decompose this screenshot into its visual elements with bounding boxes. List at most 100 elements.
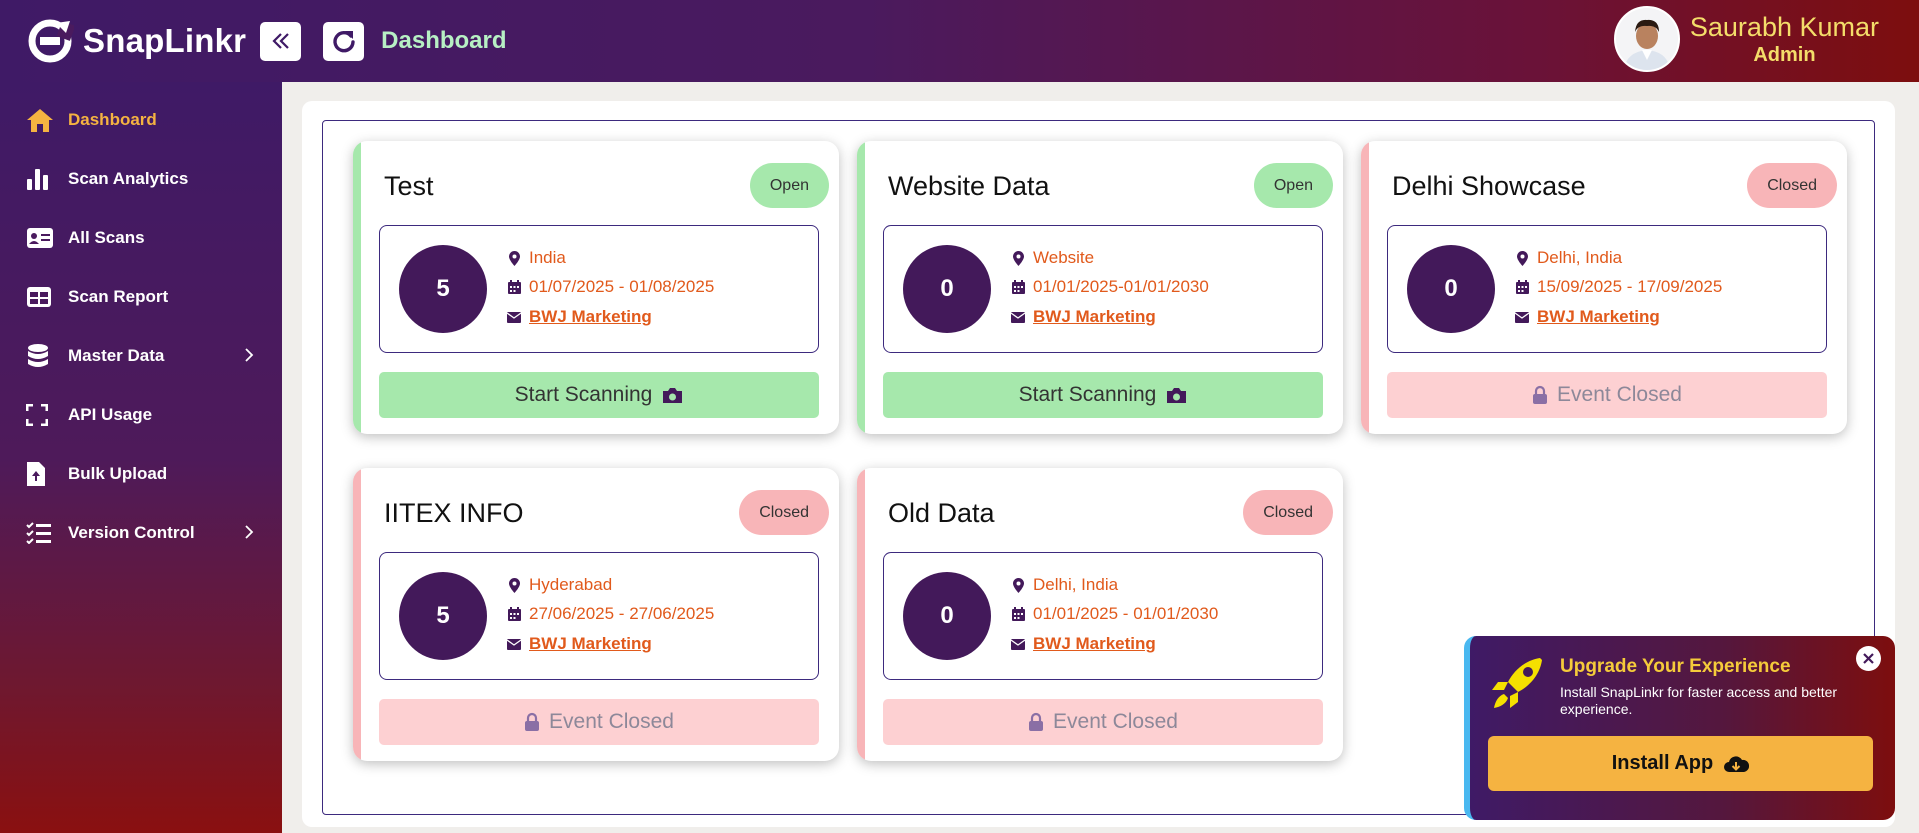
start-scanning-button[interactable]: Start Scanning: [379, 372, 819, 418]
location-pin-icon: [1010, 250, 1026, 267]
company-link[interactable]: BWJ Marketing: [1033, 307, 1156, 327]
page-title: Dashboard: [381, 27, 507, 54]
upgrade-toast: Upgrade Your Experience Install SnapLink…: [1464, 636, 1895, 820]
scan-count: 0: [903, 572, 991, 660]
event-card[interactable]: IITEX INFO Closed 5 Hyderabad 27/06/2025…: [353, 468, 839, 761]
user-role: Admin: [1753, 43, 1816, 66]
sidebar-item-scan-analytics[interactable]: Scan Analytics: [0, 149, 282, 208]
location-pin-icon: [1514, 250, 1530, 267]
company-link[interactable]: BWJ Marketing: [529, 634, 652, 654]
event-card[interactable]: Old Data Closed 0 Delhi, India 01/01/202…: [857, 468, 1343, 761]
close-toast-button[interactable]: [1856, 646, 1881, 671]
sidebar-item-master-data[interactable]: Master Data: [0, 326, 282, 385]
sidebar-item-label: Scan Report: [68, 286, 169, 306]
event-info-box: 5 Hyderabad 27/06/2025 - 27/06/2025 BWJ …: [379, 552, 819, 680]
event-closed-button: Event Closed: [379, 699, 819, 745]
sidebar-item-label: API Usage: [68, 404, 153, 424]
sidebar-item-label: All Scans: [68, 227, 145, 247]
event-card[interactable]: Test Open 5 India 01/07/2025 - 01/08/202…: [353, 141, 839, 434]
camera-icon: [662, 386, 683, 404]
cloud-download-icon: [1723, 754, 1750, 774]
event-title: Test: [384, 171, 434, 201]
calendar-icon: [1514, 279, 1530, 295]
status-badge: Closed: [1747, 163, 1837, 208]
status-badge: Closed: [1243, 490, 1333, 535]
location-pin-icon: [1010, 577, 1026, 594]
event-location: Delhi, India: [1033, 575, 1119, 594]
scan-count: 5: [399, 572, 487, 660]
file-upload-icon: [26, 461, 58, 487]
action-label: Event Closed: [1053, 710, 1178, 733]
calendar-icon: [506, 279, 522, 295]
refresh-button[interactable]: [323, 21, 365, 61]
action-label: Event Closed: [1557, 383, 1682, 406]
event-closed-button: Event Closed: [1387, 372, 1827, 418]
event-title: IITEX INFO: [384, 498, 524, 528]
install-label: Install App: [1611, 752, 1714, 774]
chevron-right-icon: [245, 525, 254, 539]
sidebar-item-api-usage[interactable]: API Usage: [0, 385, 282, 444]
event-card[interactable]: Website Data Open 0 Website 01/01/2025-0…: [857, 141, 1343, 434]
camera-icon: [1166, 386, 1187, 404]
event-info-box: 0 Delhi, India 01/01/2025 - 01/01/2030 B…: [883, 552, 1323, 680]
location-pin-icon: [506, 577, 522, 594]
bar-chart-icon: [26, 167, 58, 191]
app-logo[interactable]: SnapLinkr: [26, 17, 246, 65]
event-dates: 15/09/2025 - 17/09/2025: [1537, 277, 1723, 296]
event-info-box: 0 Delhi, India 15/09/2025 - 17/09/2025 B…: [1387, 225, 1827, 353]
sidebar-item-version-control[interactable]: Version Control: [0, 503, 282, 562]
collapse-sidebar-button[interactable]: [260, 21, 302, 61]
user-name: Saurabh Kumar: [1689, 11, 1879, 42]
user-profile[interactable]: Saurabh Kumar Admin: [1613, 6, 1879, 72]
start-scanning-button[interactable]: Start Scanning: [883, 372, 1323, 418]
calendar-icon: [1010, 606, 1026, 622]
event-location: Hyderabad: [529, 575, 613, 594]
lock-icon: [1532, 385, 1548, 405]
envelope-icon: [1514, 311, 1530, 324]
event-title: Website Data: [888, 171, 1050, 201]
home-icon: [26, 107, 58, 133]
database-icon: [26, 343, 58, 369]
action-label: Event Closed: [549, 710, 674, 733]
event-card[interactable]: Delhi Showcase Closed 0 Delhi, India 15/…: [1361, 141, 1847, 434]
scan-count: 5: [399, 245, 487, 333]
close-icon: [1863, 653, 1874, 664]
avatar[interactable]: [1613, 6, 1680, 72]
company-link[interactable]: BWJ Marketing: [1537, 307, 1660, 327]
status-badge: Open: [749, 163, 829, 208]
lock-icon: [524, 712, 540, 732]
status-badge: Closed: [739, 490, 829, 535]
sidebar: Dashboard Scan Analytics All Scans Scan …: [0, 82, 282, 833]
id-card-icon: [26, 227, 58, 249]
sidebar-item-label: Version Control: [68, 522, 195, 542]
snaplinkr-logo-icon: [28, 19, 74, 63]
event-closed-button: Event Closed: [883, 699, 1323, 745]
event-title: Old Data: [888, 498, 995, 528]
sidebar-item-scan-report[interactable]: Scan Report: [0, 267, 282, 326]
install-app-button[interactable]: Install App: [1488, 736, 1873, 791]
envelope-icon: [506, 638, 522, 651]
calendar-icon: [1010, 279, 1026, 295]
status-badge: Open: [1253, 163, 1333, 208]
event-info-box: 0 Website 01/01/2025-01/01/2030 BWJ Mark…: [883, 225, 1323, 353]
sidebar-item-label: Bulk Upload: [68, 463, 168, 483]
action-label: Start Scanning: [1018, 383, 1157, 406]
top-header: SnapLinkr Dashboard Saurabh Kumar Admin: [0, 0, 1919, 82]
user-photo-icon: [1615, 8, 1678, 70]
company-link[interactable]: BWJ Marketing: [529, 307, 652, 327]
envelope-icon: [1010, 311, 1026, 324]
list-check-icon: [26, 521, 58, 544]
event-dates: 01/01/2025 - 01/01/2030: [1033, 604, 1219, 623]
sidebar-item-all-scans[interactable]: All Scans: [0, 208, 282, 267]
scan-frame-icon: [26, 403, 58, 426]
app-name: SnapLinkr: [83, 22, 247, 59]
double-chevron-left-icon: [272, 33, 289, 49]
event-title: Delhi Showcase: [1392, 171, 1586, 201]
scan-count: 0: [1407, 245, 1495, 333]
company-link[interactable]: BWJ Marketing: [1033, 634, 1156, 654]
event-location: Delhi, India: [1537, 248, 1623, 267]
event-location: Website: [1033, 248, 1095, 267]
sidebar-item-bulk-upload[interactable]: Bulk Upload: [0, 444, 282, 503]
sidebar-item-label: Scan Analytics: [68, 168, 189, 188]
sidebar-item-dashboard[interactable]: Dashboard: [0, 90, 282, 149]
